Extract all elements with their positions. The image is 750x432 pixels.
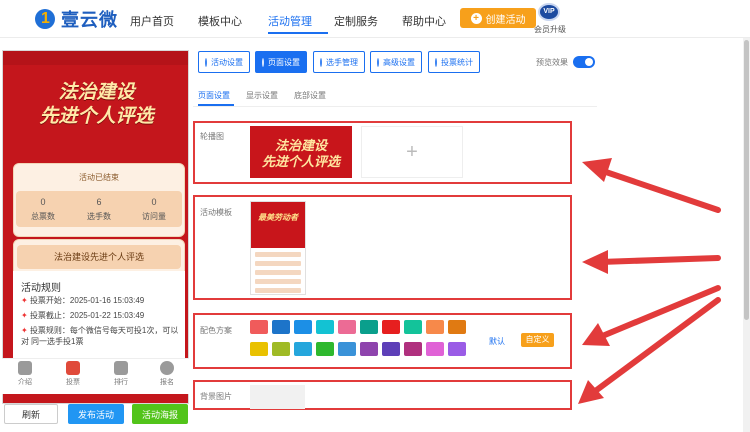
- page-scrollbar-thumb[interactable]: [744, 40, 749, 320]
- annotation-arrows: [578, 158, 721, 404]
- arrow-to-template: [597, 255, 721, 265]
- arrow-to-carousel: [597, 167, 721, 213]
